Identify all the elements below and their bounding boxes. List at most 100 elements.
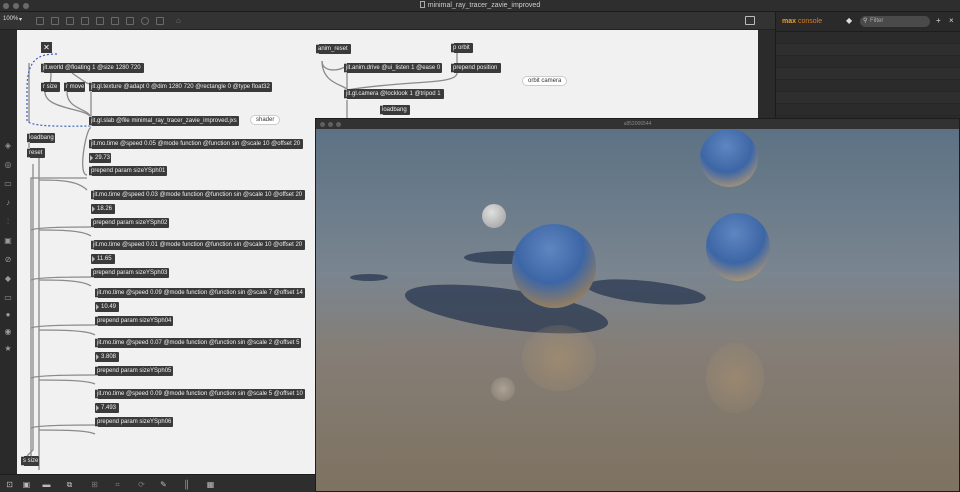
title-bar: minimal_ray_tracer_zavie_improved (0, 0, 960, 12)
number-box-2[interactable]: 18.26 (91, 204, 115, 214)
s-size-object[interactable]: s size (21, 456, 39, 466)
prepend-param-4[interactable]: prepend param sizeYSph04 (95, 316, 173, 326)
snippet-icon[interactable]: ▭ (4, 294, 12, 302)
close-icon[interactable]: × (949, 16, 954, 25)
prepend-param-5[interactable]: prepend param sizeYSph05 (95, 366, 173, 376)
faded-sphere-reflection (522, 325, 596, 391)
prepend-param-3[interactable]: prepend param sizeYSph03 (91, 268, 169, 278)
console-rows (776, 32, 960, 116)
debug-icon[interactable]: ⟳ (137, 480, 146, 489)
jit-gl-slab-object[interactable]: jit.gl.slab @file minimal_ray_tracer_zav… (89, 116, 239, 126)
add-icon[interactable]: + (936, 16, 941, 25)
number-box-3[interactable]: 11.65 (91, 254, 115, 264)
sphere-shadow (585, 274, 707, 310)
number-box-6[interactable]: 7.493 (95, 403, 119, 413)
console-title-max: max (782, 18, 797, 25)
p-orbit-object[interactable]: p orbit (451, 43, 473, 53)
r-size-object[interactable]: r size (41, 82, 60, 92)
prepend-param-6[interactable]: prepend param sizeYSph06 (95, 417, 173, 427)
filter-placeholder: Filter (870, 18, 884, 24)
jit-gl-camera-object[interactable]: jit.gl.camera @locklook 1 @tripod 1 (344, 89, 444, 99)
star-icon[interactable]: ★ (4, 345, 12, 353)
prepend-position-object[interactable]: prepend position (451, 63, 501, 73)
zoom-level[interactable]: 100% (3, 16, 18, 22)
comment-icon[interactable] (66, 17, 74, 25)
prepend-param-1[interactable]: prepend param sizeYSph01 (89, 166, 167, 176)
jit-mo-time-4[interactable]: jit.mo.time @speed 0.09 @mode function @… (95, 288, 305, 298)
window-title-wrap: minimal_ray_tracer_zavie_improved (0, 0, 960, 12)
folder-icon[interactable]: ▭ (4, 180, 12, 188)
image-icon[interactable]: ▣ (4, 237, 12, 245)
snap-icon[interactable]: ⌗ (113, 480, 122, 489)
jit-gl-texture-object[interactable]: jit.gl.texture @adapt 0 @dim 1280 720 @r… (89, 82, 272, 92)
console-header: max console ◆ ⚲ Filter + × (776, 12, 960, 32)
render-close-icon[interactable] (320, 122, 325, 127)
shader-comment: shader (250, 115, 281, 125)
link-icon[interactable]: ⊘ (4, 256, 12, 264)
reset-message[interactable]: reset (27, 148, 45, 158)
jit-mo-time-1[interactable]: jit.mo.time @speed 0.05 @mode function @… (89, 139, 303, 149)
jit-mo-time-5[interactable]: jit.mo.time @speed 0.07 @mode function @… (95, 338, 301, 348)
render-minimize-icon[interactable] (328, 122, 333, 127)
loadbang-camera-object[interactable]: loadbang (380, 105, 410, 115)
jit-world-object[interactable]: jit.world @floating 1 @size 1280 720 (41, 63, 144, 73)
anim-reset-message[interactable]: anim_reset (316, 44, 351, 54)
patcher-toolbar: 100% ▾ ⌂ (0, 12, 775, 30)
media-icon[interactable]: ◎ (4, 161, 12, 169)
file-icon (419, 1, 425, 8)
message-icon[interactable] (51, 17, 59, 25)
comment-bubble-icon[interactable]: ▬ (42, 480, 51, 489)
console-row (776, 44, 960, 56)
piano-icon[interactable]: ║ (182, 480, 191, 489)
toggle-object-icon[interactable] (96, 17, 104, 25)
ray-traced-scene (316, 129, 959, 491)
button-object-icon[interactable] (81, 17, 89, 25)
small-white-sphere (482, 204, 506, 228)
presentation-icon[interactable]: ▣ (22, 480, 31, 489)
zoom-dropdown-icon[interactable]: ▾ (19, 16, 22, 23)
orbit-camera-comment: orbit camera (522, 76, 568, 86)
dial-object-icon[interactable] (141, 17, 149, 25)
faded-small-sphere (491, 377, 515, 401)
faded-sphere-reflection (706, 343, 764, 413)
layers-icon[interactable]: ⧉ (65, 480, 74, 489)
console-title: max console (782, 18, 822, 25)
lock-toggle-icon[interactable]: ⊡ (5, 480, 14, 489)
slider-object-icon[interactable] (126, 17, 134, 25)
console-row (776, 56, 960, 68)
jit-world-render-window[interactable]: u852006544 (315, 118, 960, 492)
mixer-icon[interactable]: ⫶ (4, 218, 12, 226)
number-box-1[interactable]: 29.73 (89, 153, 111, 163)
console-filter-input[interactable]: ⚲ Filter (860, 16, 930, 27)
jit-anim-drive-object[interactable]: jit.anim.drive @ui_listen 1 @ease 0 (344, 63, 442, 73)
number-box-4[interactable]: 10.49 (95, 302, 119, 312)
jit-mo-time-2[interactable]: jit.mo.time @speed 0.03 @mode function @… (91, 190, 305, 200)
close-toggle-button[interactable]: ✕ (41, 42, 52, 53)
audio-object-icon[interactable] (156, 17, 164, 25)
render-window-title: u852006544 (623, 121, 652, 127)
lock-icon[interactable]: ⌂ (176, 17, 184, 25)
patcher-inspector-icon[interactable] (745, 16, 755, 25)
music-note-icon[interactable]: ♪ (4, 199, 12, 207)
record-icon[interactable]: ● (4, 311, 12, 319)
number-box-5[interactable]: 3.808 (95, 352, 119, 362)
render-window-titlebar: u852006544 (316, 119, 959, 129)
loadbang-object[interactable]: loadbang (27, 133, 55, 143)
grid-icon[interactable]: ⊞ (90, 480, 99, 489)
mirror-sphere-top-right (700, 129, 758, 187)
console-clear-icon[interactable]: ◆ (846, 16, 852, 25)
console-row (776, 32, 960, 44)
console-row (776, 104, 960, 116)
prepend-param-2[interactable]: prepend param sizeYSph02 (91, 218, 169, 228)
render-zoom-icon[interactable] (336, 122, 341, 127)
r-move-object[interactable]: r move (64, 82, 85, 92)
object-browser-icon[interactable]: ◈ (4, 142, 12, 150)
package-icon[interactable]: ◆ (4, 275, 12, 283)
number-object-icon[interactable] (111, 17, 119, 25)
new-object-icon[interactable] (36, 17, 44, 25)
wrench-icon[interactable]: ✎ (159, 480, 168, 489)
keyboard-icon[interactable]: ▦ (206, 480, 215, 489)
clock-icon[interactable]: ◉ (4, 328, 12, 336)
jit-mo-time-6[interactable]: jit.mo.time @speed 0.09 @mode function @… (95, 389, 305, 399)
jit-mo-time-3[interactable]: jit.mo.time @speed 0.01 @mode function @… (91, 240, 305, 250)
